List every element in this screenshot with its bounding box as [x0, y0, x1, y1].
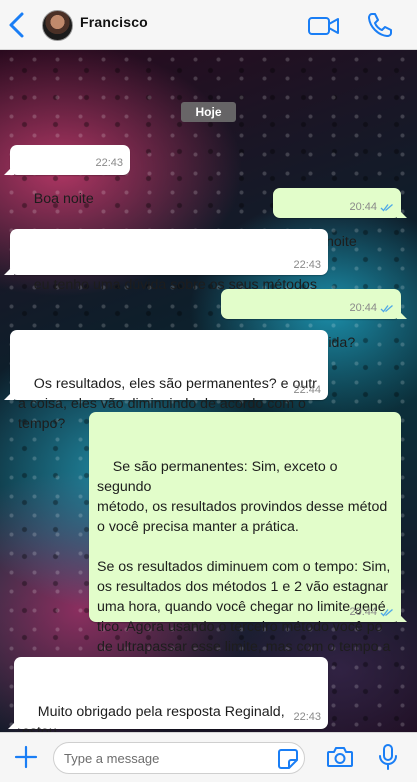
- date-chip: Hoje: [181, 102, 236, 122]
- message-time: 20:44: [349, 606, 377, 618]
- phone-icon[interactable]: [366, 11, 394, 39]
- message-time: 20:44: [349, 201, 377, 213]
- message-time: 22:43: [293, 711, 321, 723]
- microphone-icon[interactable]: [377, 743, 399, 771]
- contact-avatar[interactable]: [42, 10, 73, 41]
- message-incoming[interactable]: Muito obrigado pela resposta Reginald, e…: [8, 657, 328, 732]
- message-outgoing[interactable]: Se são permanentes: Sim, exceto o segund…: [89, 412, 407, 675]
- contact-name[interactable]: Francisco: [80, 14, 148, 30]
- message-input-wrapper[interactable]: [53, 742, 305, 774]
- bubble-tail: [397, 309, 407, 319]
- chat-header: Francisco: [0, 0, 417, 50]
- read-ticks-icon: [380, 304, 393, 312]
- message-text: Se são permanentes: Sim, exceto o segund…: [97, 459, 391, 675]
- message-incoming[interactable]: Boa noite 22:43: [4, 145, 130, 207]
- bubble-tail: [397, 208, 407, 218]
- message-outgoing[interactable]: Boa noite 20:44: [273, 188, 407, 250]
- message-text: Boa noite: [33, 191, 94, 207]
- message-input[interactable]: [64, 748, 264, 768]
- bubble-tail: [4, 265, 14, 275]
- message-incoming[interactable]: eu tenho uma dúvida sobre os seus método…: [4, 229, 328, 293]
- message-time: 22:43: [95, 157, 123, 169]
- camera-icon[interactable]: [326, 745, 354, 769]
- plus-icon[interactable]: [14, 745, 38, 769]
- bubble-tail: [397, 612, 407, 622]
- back-chevron-icon[interactable]: [6, 11, 28, 39]
- message-time: 22:44: [293, 384, 321, 396]
- bubble-tail: [8, 719, 18, 729]
- message-incoming[interactable]: Os resultados, eles são permanentes? e o…: [4, 330, 328, 432]
- read-ticks-icon: [380, 608, 393, 616]
- bubble-tail: [4, 390, 14, 400]
- read-ticks-icon: [380, 203, 393, 211]
- bubble-tail: [4, 165, 14, 175]
- sticker-icon[interactable]: [276, 747, 300, 771]
- video-call-icon[interactable]: [307, 14, 341, 38]
- message-time: 20:44: [349, 302, 377, 314]
- compose-bar: [0, 732, 417, 782]
- chat-area[interactable]: Hoje Boa noite 22:43 Boa noite 20:44 eu …: [0, 50, 417, 732]
- message-time: 22:43: [293, 259, 321, 271]
- message-outgoing[interactable]: Qual sua dúvida? 20:44: [221, 289, 407, 351]
- message-text: Muito obrigado pela resposta Reginald, e…: [22, 704, 285, 732]
